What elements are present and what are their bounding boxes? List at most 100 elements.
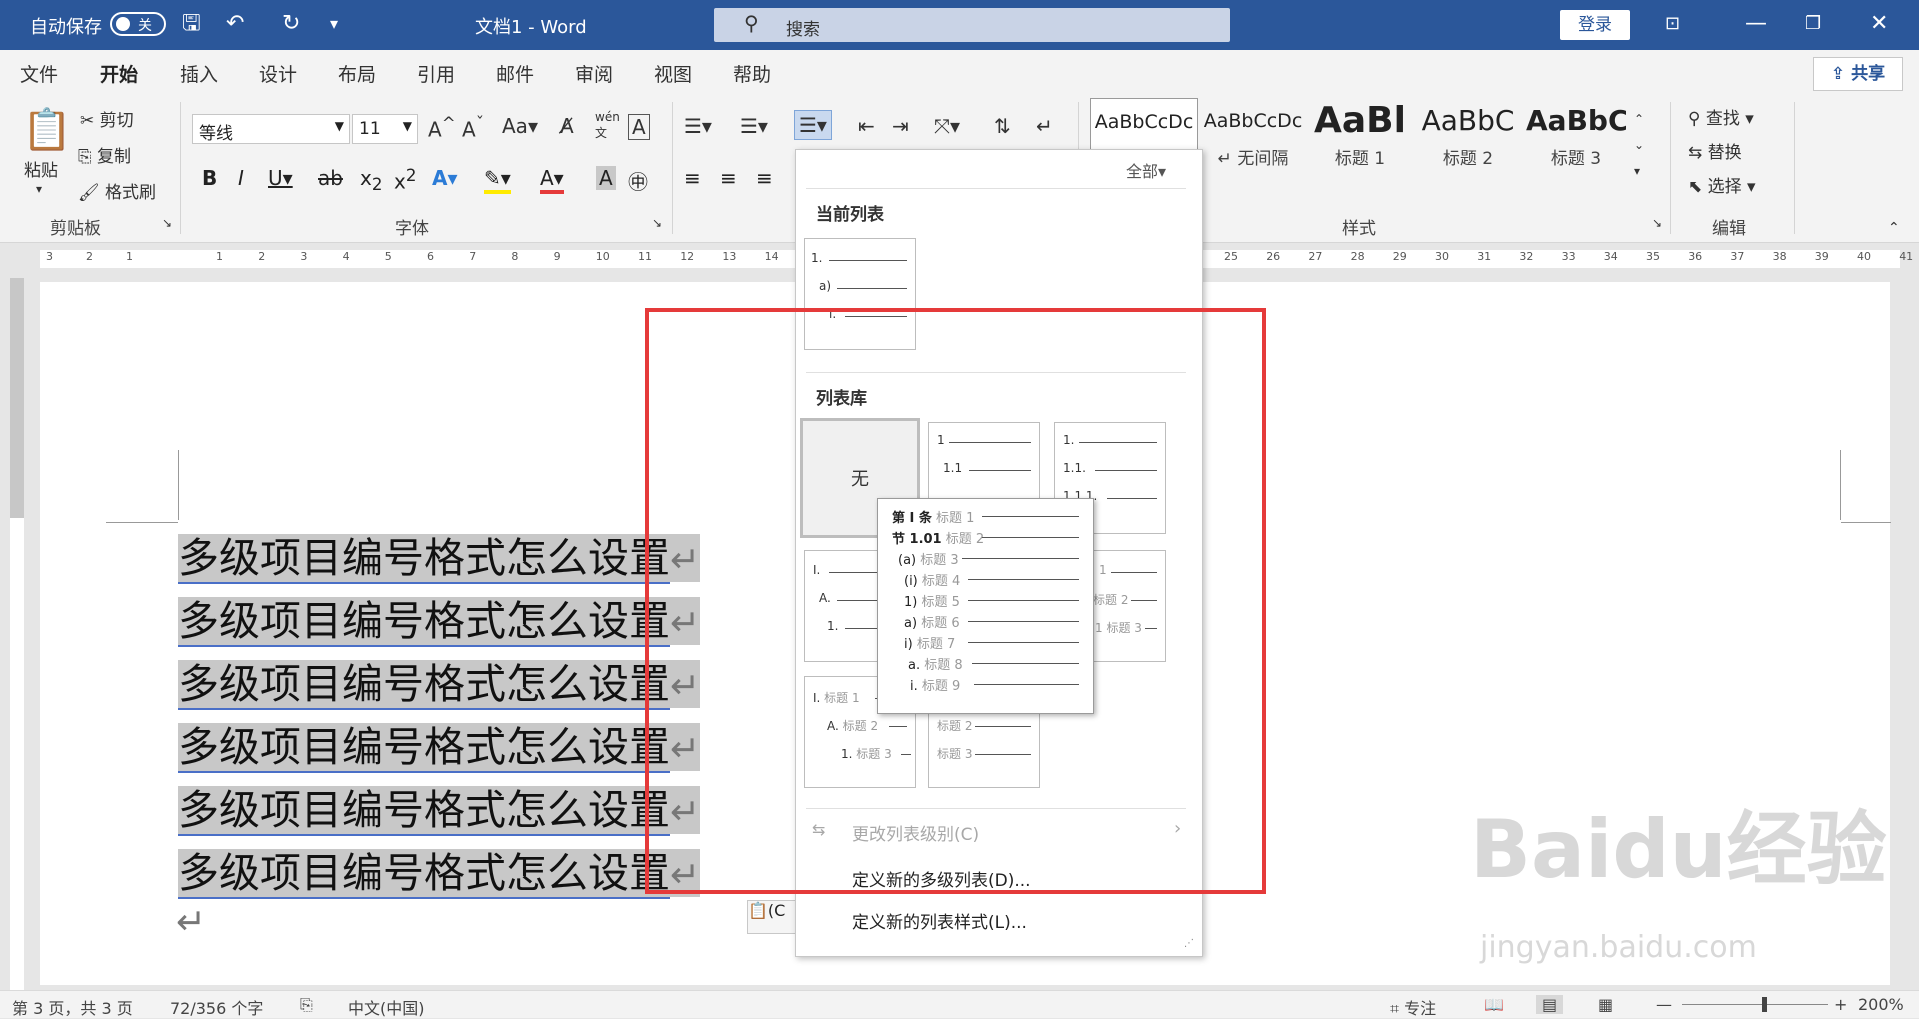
styles-group-label: 样式 [1342, 219, 1376, 239]
cut-button[interactable]: ✂ 剪切 [80, 106, 134, 131]
ruler-tick: 6 [427, 250, 434, 263]
zoom-in-icon[interactable]: + [1834, 995, 1847, 1014]
multilevel-list-icon[interactable]: ☰▾ [794, 110, 832, 140]
ruler-tick: 12 [680, 250, 695, 263]
style-heading-1[interactable]: AaBl 标题 1 [1310, 98, 1410, 184]
char-border-icon[interactable]: A [628, 114, 650, 140]
enclose-char-icon[interactable]: ㊥ [628, 166, 648, 195]
styles-scroll-icon[interactable]: ⌃ ⌄ ▾ [1634, 106, 1644, 184]
document-line[interactable]: 多级项目编号格式怎么设置↵ [178, 524, 701, 584]
paste-button[interactable]: 粘贴 [24, 156, 58, 181]
clipboard-launcher-icon[interactable]: ↘ [162, 216, 172, 230]
strikethrough-icon[interactable]: ab [318, 166, 343, 190]
align-center-icon[interactable]: ≡ [720, 166, 737, 190]
ruler-tick: 28 [1350, 250, 1365, 263]
save-icon[interactable]: 🖫 [182, 10, 201, 38]
tab-insert[interactable]: 插入 [180, 60, 218, 87]
crop-mark [1840, 450, 1841, 520]
bullets-icon[interactable]: ☰▾ [684, 114, 712, 138]
change-case-icon[interactable]: Aa▾ [502, 114, 538, 138]
italic-icon[interactable]: I [238, 166, 244, 190]
underline-icon[interactable]: U▾ [268, 166, 293, 190]
char-shading-icon[interactable]: A [596, 166, 616, 190]
ribbon-display-icon[interactable]: ⊡ [1665, 10, 1680, 38]
document-line[interactable]: 多级项目编号格式怎么设置↵ [178, 713, 701, 773]
define-list-style-item[interactable]: 定义新的列表样式(L)... [852, 908, 1027, 933]
share-button[interactable]: ⇪ 共享 [1813, 57, 1903, 91]
redo-icon[interactable]: ↻ [282, 10, 300, 38]
tab-home[interactable]: 开始 [100, 60, 139, 95]
superscript-icon[interactable]: x2 [394, 166, 416, 194]
tab-help[interactable]: 帮助 [733, 60, 771, 87]
search-box[interactable]: ⚲ 搜索 [714, 8, 1230, 42]
style-heading-3[interactable]: AaBbC 标题 3 [1526, 98, 1626, 184]
bold-icon[interactable]: B [202, 166, 217, 190]
collapse-ribbon-icon[interactable]: ⌃ [1888, 220, 1900, 236]
tab-review[interactable]: 审阅 [575, 60, 613, 87]
increase-indent-icon[interactable]: ⇥ [892, 114, 909, 138]
tab-mailings[interactable]: 邮件 [496, 60, 534, 87]
focus-button[interactable]: ⌗ 专注 [1390, 995, 1436, 1019]
clear-formatting-icon[interactable]: A̸ [560, 114, 574, 138]
find-button[interactable]: ⚲ 查找 ▾ [1688, 104, 1754, 129]
line-text: 多级项目编号格式怎么设置 [178, 660, 670, 710]
resize-grip-icon[interactable]: ⋰ [1184, 938, 1194, 949]
font-launcher-icon[interactable]: ↘ [652, 216, 662, 230]
proofing-icon[interactable]: ⎘ [300, 995, 313, 1015]
align-left-icon[interactable]: ≡ [684, 166, 701, 190]
paste-dropdown-icon[interactable]: ▾ [36, 182, 42, 196]
web-layout-icon[interactable]: ▦ [1598, 995, 1613, 1014]
document-line[interactable]: 多级项目编号格式怎么设置↵ [178, 776, 701, 836]
close-icon[interactable]: ✕ [1870, 10, 1888, 38]
phonetic-guide-icon[interactable]: wén 文 [595, 110, 620, 141]
highlight-icon[interactable]: ✎▾ [484, 166, 511, 194]
language-indicator[interactable]: 中文(中国) [348, 995, 425, 1019]
select-button[interactable]: ⬉ 选择 ▾ [1688, 172, 1756, 197]
grow-font-icon[interactable]: A^ [428, 114, 456, 142]
minimize-icon[interactable]: — [1745, 10, 1767, 38]
style-heading-2[interactable]: AaBbC 标题 2 [1418, 98, 1518, 184]
filter-dropdown[interactable]: 全部▾ [1126, 158, 1166, 182]
undo-icon[interactable]: ↶ [226, 10, 244, 38]
font-size-combo[interactable]: 11 ▼ [352, 114, 418, 144]
subscript-icon[interactable]: x2 [360, 166, 382, 194]
format-painter-button[interactable]: 🖌 格式刷 [78, 178, 156, 203]
zoom-level[interactable]: 200% [1858, 995, 1904, 1014]
login-button[interactable]: 登录 [1560, 10, 1630, 40]
document-line[interactable]: 多级项目编号格式怎么设置↵ [178, 650, 701, 710]
style-no-spacing[interactable]: AaBbCcDc ↵ 无间隔 [1200, 98, 1306, 184]
customize-qat-icon[interactable]: ▾ [330, 10, 338, 38]
paste-options-button[interactable]: 📋(C [747, 900, 799, 934]
shrink-font-icon[interactable]: Aˇ [462, 114, 484, 142]
read-mode-icon[interactable]: 📖 [1484, 995, 1504, 1014]
replace-button[interactable]: ⇆ 替换 [1688, 138, 1742, 163]
autosave-toggle[interactable]: 关 [110, 12, 166, 36]
page-count[interactable]: 第 3 页，共 3 页 [12, 995, 133, 1019]
tab-layout[interactable]: 布局 [338, 60, 376, 87]
zoom-out-icon[interactable]: — [1656, 995, 1672, 1014]
text-effects-icon[interactable]: A▾ [432, 166, 458, 190]
sort-icon[interactable]: ⇅ [994, 114, 1011, 138]
document-line[interactable]: 多级项目编号格式怎么设置↵ [178, 587, 701, 647]
tab-design[interactable]: 设计 [259, 60, 297, 87]
document-line[interactable]: 多级项目编号格式怎么设置↵ [178, 839, 701, 899]
tab-references[interactable]: 引用 [417, 60, 455, 87]
tab-view[interactable]: 视图 [654, 60, 692, 87]
word-count[interactable]: 72/356 个字 [170, 995, 263, 1019]
restore-icon[interactable]: ❐ [1805, 10, 1821, 38]
numbering-icon[interactable]: ☰▾ [740, 114, 768, 138]
zoom-slider[interactable] [1682, 1004, 1828, 1005]
font-name-combo[interactable]: 等线 ▼ [192, 114, 350, 144]
ruler-tick: 14 [764, 250, 779, 263]
styles-launcher-icon[interactable]: ↘ [1652, 216, 1662, 230]
show-marks-icon[interactable]: ↵ [1036, 114, 1053, 138]
chinese-layout-icon[interactable]: ⤧▾ [934, 114, 960, 138]
font-color-icon[interactable]: A▾ [540, 166, 564, 194]
align-right-icon[interactable]: ≡ [756, 166, 773, 190]
copy-button[interactable]: ⎘ 复制 [78, 142, 131, 167]
decrease-indent-icon[interactable]: ⇤ [858, 114, 875, 138]
tab-file[interactable]: 文件 [20, 60, 58, 87]
print-layout-icon[interactable]: ▤ [1536, 995, 1564, 1014]
zoom-slider-thumb[interactable] [1762, 997, 1767, 1012]
paste-icon[interactable]: 📋 [22, 106, 72, 153]
